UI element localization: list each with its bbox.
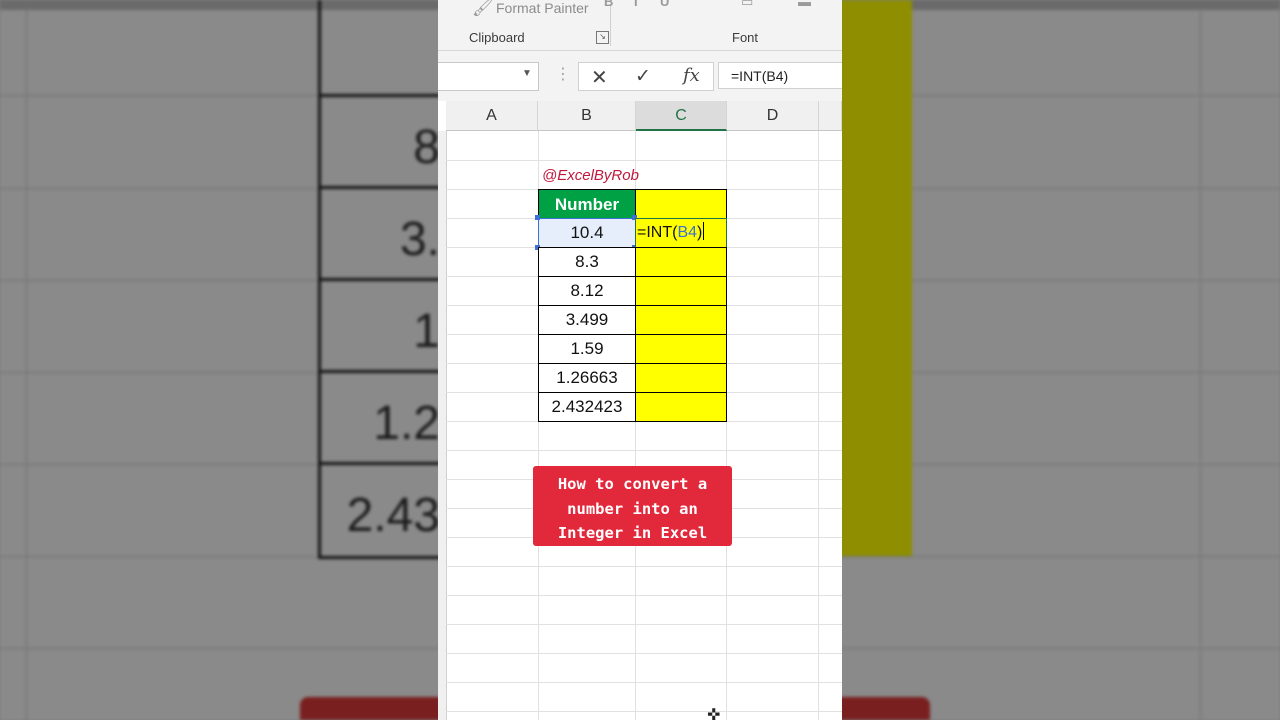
drag-handle-icon[interactable]: ⋮	[555, 64, 571, 84]
excel-window: 🖌 Format Painter Clipboard ↘ B I U ▭ ▬ F…	[438, 0, 842, 720]
row-header-strip[interactable]	[438, 131, 447, 720]
bg-table-line	[318, 94, 440, 97]
chevron-down-icon[interactable]: ▼	[522, 68, 532, 79]
cell-c8[interactable]	[635, 334, 727, 364]
font-group-label: Font	[732, 30, 759, 45]
cell-b4[interactable]: 10.4	[538, 218, 636, 248]
formula-actions: ✕ ✓ fx	[578, 62, 714, 91]
bold-icon[interactable]: B	[604, 0, 613, 9]
watermark-text: @ExcelByRob	[542, 167, 639, 184]
column-header-b[interactable]: B	[538, 101, 636, 131]
cell-c5[interactable]	[635, 247, 727, 277]
column-header-d[interactable]: D	[727, 101, 819, 131]
formula-input[interactable]: =INT(B4)	[718, 62, 842, 89]
enter-icon[interactable]: ✓	[635, 65, 651, 88]
ribbon-separator	[610, 4, 611, 46]
format-painter-icon[interactable]: 🖌	[472, 0, 494, 18]
bg-number: 1.2	[373, 397, 440, 450]
cell-c6[interactable]	[635, 276, 727, 306]
italic-icon[interactable]: I	[634, 0, 638, 9]
fill-color-icon[interactable]: ▬	[798, 0, 811, 9]
clipboard-group-label: Clipboard	[469, 30, 525, 45]
column-header-c[interactable]: C	[636, 101, 727, 131]
gridline	[446, 450, 842, 451]
ref-handle[interactable]	[535, 215, 540, 220]
bg-table-line	[318, 278, 440, 281]
cell-c9[interactable]	[635, 363, 727, 393]
bg-number: 2.43	[346, 489, 440, 542]
bg-gridline	[26, 0, 27, 720]
bg-table-line	[318, 186, 440, 189]
bg-table-line	[318, 370, 440, 373]
column-header-a[interactable]: A	[446, 101, 538, 131]
cancel-icon[interactable]: ✕	[591, 65, 608, 90]
cell-c4-editing[interactable]: =INT(B4)	[635, 218, 727, 248]
format-painter-button[interactable]: Format Painter	[496, 0, 589, 16]
cell-b6[interactable]: 8.12	[538, 276, 636, 306]
banner-line: Integer in Excel	[557, 524, 708, 542]
insert-function-icon[interactable]: fx	[683, 65, 700, 86]
table-header-number[interactable]: Number	[538, 189, 636, 219]
formula-reference: B4	[677, 224, 698, 241]
worksheet-grid[interactable]: A B C D @ExcelByRob Number 10.4 8.3 8.12…	[438, 101, 842, 720]
bg-table-line	[318, 462, 440, 465]
banner-line: number into an	[567, 499, 698, 518]
cell-cursor-icon: ✜	[707, 707, 721, 720]
bg-number: 1	[413, 305, 440, 358]
cell-b9[interactable]: 1.26663	[538, 363, 636, 393]
formula-prefix: =INT(	[637, 224, 678, 241]
cell-c10[interactable]	[635, 392, 727, 422]
underline-icon[interactable]: U	[660, 0, 669, 9]
cell-b7[interactable]: 3.499	[538, 305, 636, 335]
cell-c7[interactable]	[635, 305, 727, 335]
title-banner: How to convert a number into an Integer …	[533, 466, 732, 546]
text-caret	[703, 222, 705, 240]
gridline	[446, 711, 842, 712]
bg-number: 3.	[399, 213, 440, 266]
bg-number: 8	[413, 121, 440, 174]
gridline	[446, 624, 842, 625]
bg-gridline	[1200, 0, 1201, 720]
gridline	[446, 653, 842, 654]
borders-icon[interactable]: ▭	[741, 0, 753, 10]
cell-b10[interactable]: 2.432423	[538, 392, 636, 422]
gridline	[446, 566, 842, 567]
gridline	[446, 160, 842, 161]
gridline	[446, 682, 842, 683]
banner-line: How to convert a	[557, 475, 708, 493]
ribbon: 🖌 Format Painter Clipboard ↘ B I U ▭ ▬ F…	[438, 0, 842, 51]
formula-suffix: )	[697, 224, 703, 241]
formula-bar: ▼ ⋮ ✕ ✓ fx =INT(B4)	[438, 51, 842, 101]
cell-b8[interactable]: 1.59	[538, 334, 636, 364]
cell-b5[interactable]: 8.3	[538, 247, 636, 277]
table-header-result[interactable]	[635, 189, 727, 219]
gridline	[446, 595, 842, 596]
column-header-e[interactable]	[819, 101, 842, 131]
clipboard-launcher-icon[interactable]: ↘	[596, 31, 609, 44]
gridline	[818, 131, 819, 720]
